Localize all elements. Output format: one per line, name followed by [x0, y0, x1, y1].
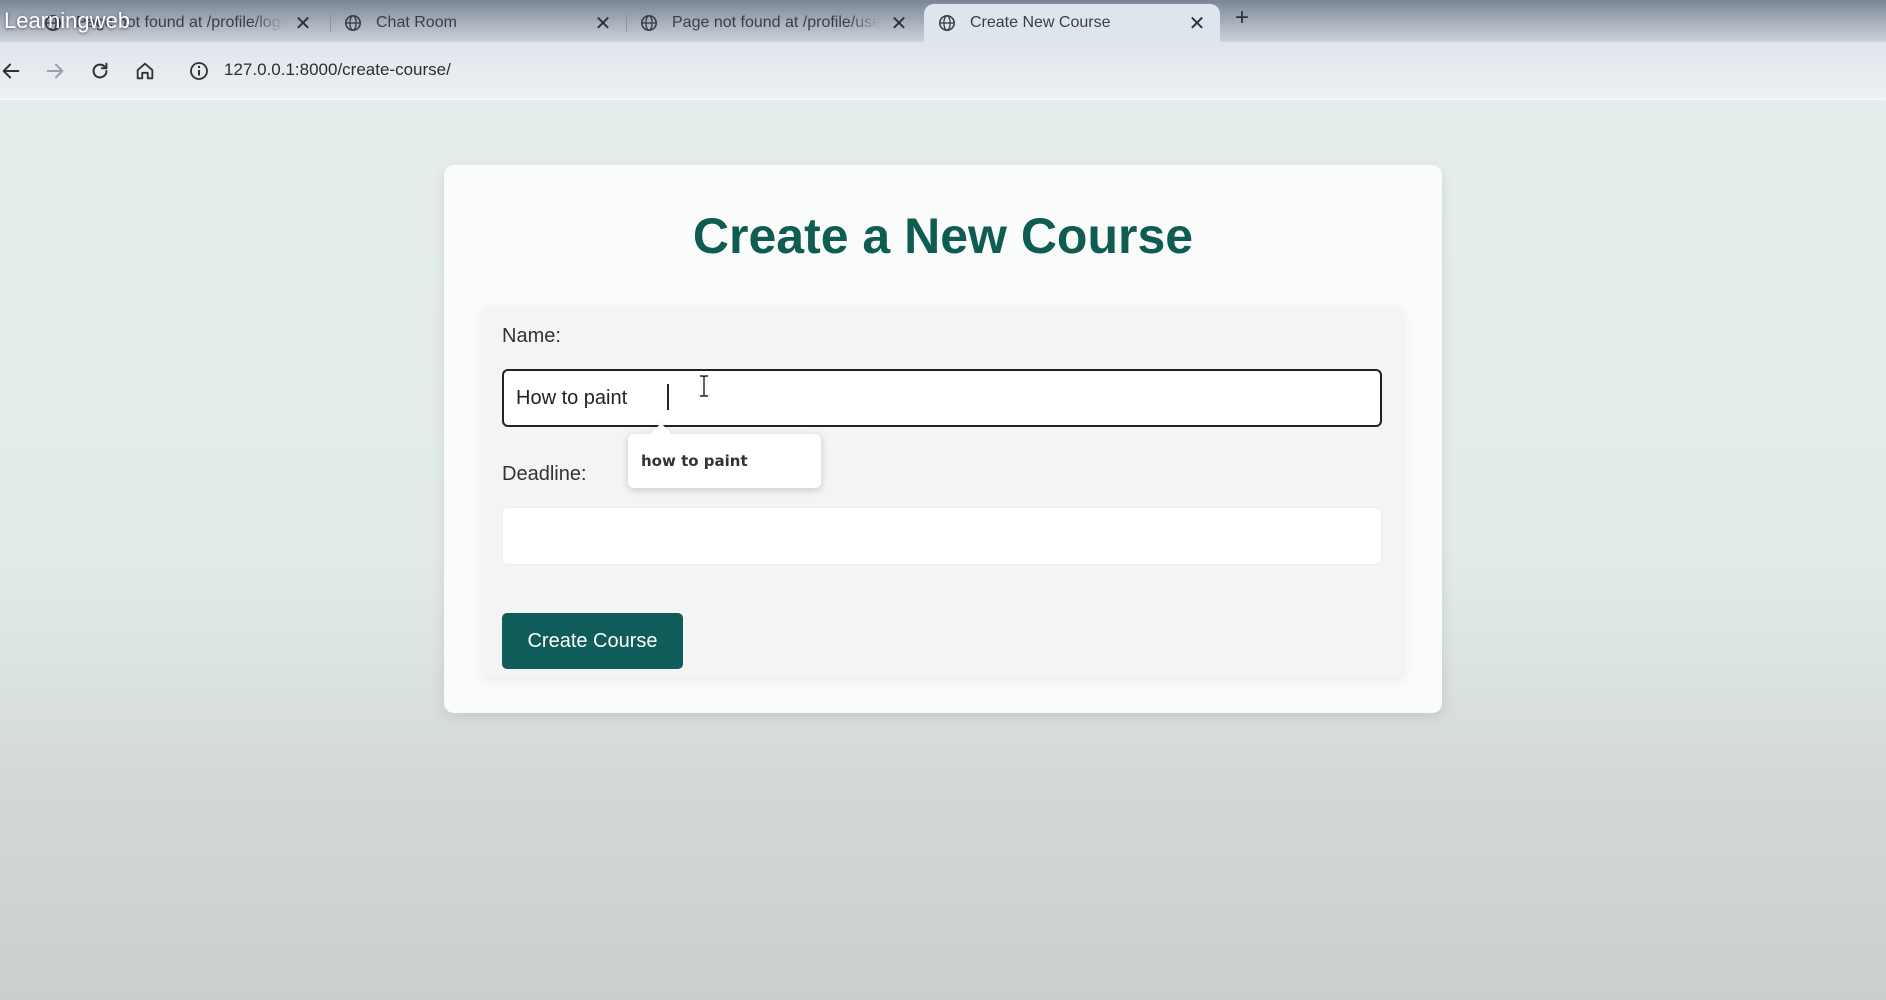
- reload-icon: [92, 62, 108, 79]
- create-course-card: Create a New Course Name: Deadline: Crea…: [444, 165, 1442, 713]
- deadline-input[interactable]: [502, 507, 1382, 565]
- create-course-form: Name: Deadline: Create Course: [482, 307, 1404, 677]
- address-bar[interactable]: 127.0.0.1:8000/create-course/: [224, 60, 451, 80]
- name-label: Name:: [502, 325, 561, 347]
- back-button[interactable]: [0, 54, 28, 88]
- autocomplete-suggestion[interactable]: how to paint: [641, 452, 748, 470]
- home-icon: [136, 62, 154, 80]
- browser-tab-bar: Page not found at /profile/logout ✕ Chat…: [0, 0, 1886, 42]
- close-icon[interactable]: ✕: [888, 12, 910, 35]
- arrow-left-icon: [2, 63, 20, 79]
- deadline-label: Deadline:: [502, 463, 587, 485]
- browser-toolbar: 127.0.0.1:8000/create-course/: [0, 42, 1886, 100]
- globe-icon: [938, 14, 956, 32]
- tab-label: Page not found at /profile/user: [672, 14, 880, 31]
- forward-button[interactable]: [38, 54, 72, 88]
- tab-chat-room[interactable]: Chat Room ✕: [330, 4, 626, 42]
- site-info-button[interactable]: [184, 54, 214, 88]
- close-icon[interactable]: ✕: [1186, 12, 1208, 35]
- video-title-overlay: Learningweb: [4, 8, 130, 33]
- home-button[interactable]: [128, 54, 162, 88]
- arrow-right-icon: [46, 63, 64, 79]
- tab-label: Create New Course: [970, 14, 1111, 31]
- globe-icon: [640, 14, 658, 32]
- tab-create-new-course[interactable]: Create New Course ✕: [924, 4, 1220, 42]
- tab-label: Chat Room: [376, 14, 457, 31]
- autocomplete-dropdown: how to paint: [628, 434, 821, 488]
- close-icon[interactable]: ✕: [592, 12, 614, 35]
- page-title: Create a New Course: [692, 208, 1194, 264]
- reload-button[interactable]: [83, 54, 117, 88]
- text-cursor-icon: [700, 375, 708, 397]
- create-course-button[interactable]: Create Course: [502, 613, 683, 669]
- close-icon[interactable]: ✕: [292, 12, 314, 35]
- text-caret: [667, 384, 669, 410]
- plus-icon[interactable]: +: [1228, 4, 1256, 32]
- tab-page-not-found-user[interactable]: Page not found at /profile/user ✕: [626, 4, 922, 42]
- info-icon: [190, 62, 208, 80]
- name-input[interactable]: [502, 369, 1382, 427]
- globe-icon: [344, 14, 362, 32]
